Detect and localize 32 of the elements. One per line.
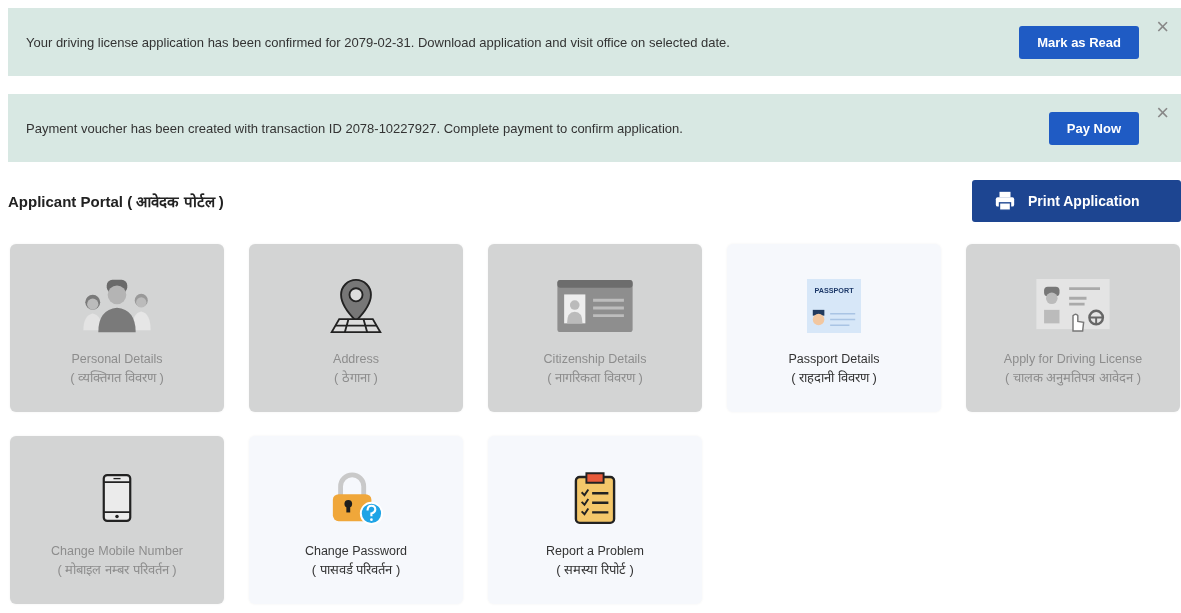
- id-card-icon: [556, 279, 634, 333]
- card-subtitle: ( ठेगाना ): [334, 369, 378, 386]
- card-title: Personal Details: [71, 352, 163, 366]
- card-subtitle: ( पासवर्ड परिवर्तन ): [311, 561, 401, 578]
- card-title: Change Password: [304, 544, 408, 558]
- mobile-phone-icon: [102, 471, 132, 525]
- map-pin-icon: [328, 278, 384, 334]
- card-subtitle: ( समस्या रिपोर्ट ): [556, 561, 634, 578]
- close-button[interactable]: ×: [1156, 102, 1169, 124]
- card-subtitle: ( व्यक्तिगत विवरण ): [70, 369, 164, 386]
- print-button[interactable]: Print Application: [972, 180, 1181, 222]
- alert-action-button[interactable]: Pay Now: [1048, 111, 1139, 145]
- card-title: Report a Problem: [546, 544, 644, 558]
- alert-message: Payment voucher has been created with transaction ID 2078-10227927. Complete payment to confirm application.: [26, 120, 684, 136]
- close-button[interactable]: ×: [1156, 16, 1169, 38]
- card-title: Address: [333, 352, 379, 366]
- license-card-icon: [1036, 279, 1110, 333]
- alert-action-button[interactable]: Mark as Read: [1019, 25, 1139, 59]
- portal-card[interactable]: Report a Problem ( समस्या रिपोर्ट ): [488, 436, 702, 604]
- card-title: Passport Details: [788, 352, 880, 366]
- card-subtitle: ( नागरिकता विवरण ): [547, 369, 643, 386]
- portal-card[interactable]: Change Password ( पासवर्ड परिवर्तन ): [249, 436, 463, 604]
- card-subtitle: ( मोबाइल नम्बर परिवर्तन ): [57, 561, 177, 578]
- card-title: Citizenship Details: [543, 352, 647, 366]
- portal-title: Applicant Portal ( आवेदक पोर्टल ): [8, 192, 224, 211]
- clipboard-checklist-icon: [574, 471, 616, 525]
- card-title: Change Mobile Number: [51, 544, 183, 558]
- printer-icon: [994, 190, 1016, 212]
- alert-message: Your driving license application has been confirmed for 2079-02-31. Download application and visit office on selected date.: [26, 34, 731, 50]
- card-subtitle: ( राहदानी विवरण ): [791, 369, 877, 386]
- card-title: Apply for Driving License: [1003, 352, 1143, 366]
- card-subtitle: ( चालक अनुमतिपत्र आवेदन ): [1004, 369, 1142, 386]
